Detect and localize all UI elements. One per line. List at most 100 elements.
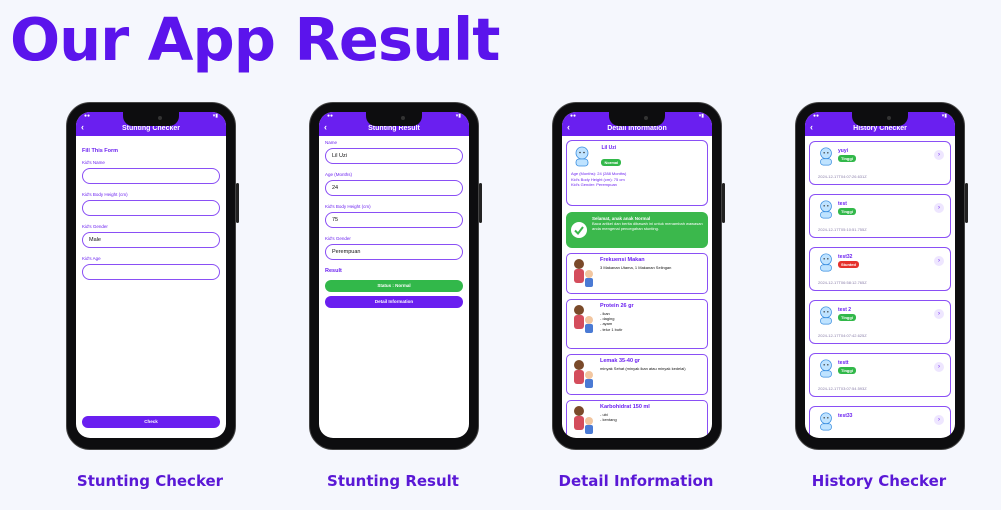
history-item-name: yuyi — [838, 148, 849, 154]
nutrition-title: Lemak 35-40 gr — [600, 358, 641, 364]
parent-child-illustration — [574, 259, 593, 287]
parent-child-illustration — [574, 305, 593, 333]
history-item-name: testt — [838, 360, 849, 366]
field-label-height: Kid's Body Height (cm) — [325, 204, 371, 209]
back-arrow-icon[interactable]: ‹ — [810, 122, 813, 132]
app-bar-title: Stunting Checker — [122, 125, 180, 132]
kid-height-input[interactable] — [82, 200, 220, 216]
nutrition-title: Karbohidrat 150 ml — [600, 404, 650, 410]
screen-detail-information: ●● ▾▮ ‹ Detail Information Lil Uzi Normal… — [562, 112, 712, 438]
baby-icon — [820, 253, 832, 272]
parent-child-illustration — [574, 406, 593, 434]
history-item-date: 2024-12-17T05:10:51.755Z — [818, 227, 867, 232]
name-field[interactable]: Lil Uzi — [325, 148, 463, 164]
history-item-date: 2024-12-17T03:07:54.593Z — [818, 386, 867, 391]
nutrition-card[interactable]: Karbohidrat 150 ml - ubi - kentang — [566, 400, 708, 438]
phone-side-button — [479, 183, 482, 223]
nutrition-title: Protein 26 gr — [600, 303, 634, 309]
field-label-gender: Kid's Gender — [82, 224, 108, 229]
caption-stunting-checker: Stunting Checker — [76, 472, 224, 490]
field-label-name: Kid's Name — [82, 160, 105, 165]
status-normal-button[interactable]: Status : Normal — [325, 280, 463, 292]
history-item[interactable]: test33 › — [809, 406, 951, 438]
check-circle-icon — [571, 222, 587, 238]
field-label-name: Name — [325, 140, 338, 145]
info-line-gender: Kid's Gender: Perempuan — [571, 182, 617, 188]
phone-side-button — [965, 183, 968, 223]
history-status-badge: Stunted — [838, 261, 859, 268]
history-item[interactable]: test Tinggi › 2024-12-17T05:10:51.755Z — [809, 194, 951, 238]
status-badge: Normal — [601, 159, 622, 166]
app-bar-title: Stunting Result — [368, 125, 420, 132]
phone-side-button — [722, 183, 725, 223]
nutrition-body: 3 Makanan Utama, 1 Makanan Selingan — [600, 265, 672, 270]
history-item-date: 2024-12-17T06:58:12.765Z — [818, 280, 867, 285]
chevron-right-icon[interactable]: › — [934, 256, 944, 266]
app-bar-title: Detail Information — [607, 125, 667, 132]
camera-notch — [366, 112, 422, 126]
camera-notch — [852, 112, 908, 126]
history-item-name: test — [838, 201, 847, 207]
baby-icon — [820, 200, 832, 219]
screen-stunting-checker: ●● ▾▮ ‹ Stunting Checker Fill This Form K… — [76, 112, 226, 438]
phone-stunting-checker: ●● ▾▮ ‹ Stunting Checker Fill This Form K… — [66, 102, 239, 450]
baby-icon — [820, 359, 832, 378]
detail-information-button[interactable]: Detail Information — [325, 296, 463, 308]
gender-field[interactable]: Perempuan — [325, 244, 463, 260]
phone-detail-information: ●● ▾▮ ‹ Detail Information Lil Uzi Normal… — [552, 102, 725, 450]
chevron-right-icon[interactable]: › — [934, 203, 944, 213]
history-status-badge: Tinggi — [838, 314, 856, 321]
back-arrow-icon[interactable]: ‹ — [81, 122, 84, 132]
success-banner: Selamat, anak anak Normal Baca artikel d… — [566, 212, 708, 248]
nutrition-card[interactable]: Frekuensi Makan 3 Makanan Utama, 1 Makan… — [566, 253, 708, 294]
nutrition-body: - ubi - kentang — [600, 412, 617, 423]
history-status-badge: Tinggi — [838, 367, 856, 374]
chevron-right-icon[interactable]: › — [934, 362, 944, 372]
chevron-right-icon[interactable]: › — [934, 309, 944, 319]
caption-stunting-result: Stunting Result — [327, 472, 459, 490]
baby-icon — [820, 306, 832, 325]
history-item-name: test 2 — [838, 307, 852, 313]
nutrition-card[interactable]: Lemak 35-40 gr minyak Sehat (minyak ikan… — [566, 354, 708, 395]
age-field[interactable]: 24 — [325, 180, 463, 196]
history-item[interactable]: test32 Stunted › 2024-12-17T06:58:12.765Z — [809, 247, 951, 291]
caption-detail-information: Detail Information — [558, 472, 714, 490]
history-item[interactable]: testt Tinggi › 2024-12-17T03:07:54.593Z — [809, 353, 951, 397]
screen-stunting-result: ●● ▾▮ ‹ Stunting Result Name Lil Uzi Age … — [319, 112, 469, 438]
history-item-date: 2024-12-17T04:07:26.631Z — [818, 174, 867, 179]
chevron-right-icon[interactable]: › — [934, 150, 944, 160]
history-item-name: test33 — [838, 413, 853, 419]
check-button[interactable]: Check — [82, 416, 220, 428]
baby-icon — [575, 146, 589, 167]
result-title: Result — [325, 268, 342, 274]
field-label-gender: Kid's Gender — [325, 236, 351, 241]
history-item[interactable]: test 2 Tinggi › 2024-12-17T04:07:42.625Z — [809, 300, 951, 344]
back-arrow-icon[interactable]: ‹ — [567, 122, 570, 132]
baby-icon — [820, 147, 832, 166]
camera-notch — [123, 112, 179, 126]
history-item[interactable]: yuyi Tinggi › 2024-12-17T04:07:26.631Z — [809, 141, 951, 185]
camera-notch — [609, 112, 665, 126]
kid-age-input[interactable] — [82, 264, 220, 280]
back-arrow-icon[interactable]: ‹ — [324, 122, 327, 132]
phone-side-button — [236, 183, 239, 223]
caption-history-checker: History Checker — [811, 472, 947, 490]
kid-name-input[interactable] — [82, 168, 220, 184]
screen-history-checker: ●● ▾▮ ‹ History Checker yuyi Tinggi › 2024-1… — [805, 112, 955, 438]
history-item-date: 2024-12-17T04:07:42.625Z — [818, 333, 867, 338]
form-title: Fill This Form — [82, 148, 119, 154]
phone-stunting-result: ●● ▾▮ ‹ Stunting Result Name Lil Uzi Age … — [309, 102, 482, 450]
field-label-height: Kid's Body Height (cm) — [82, 192, 128, 197]
history-item-name: test32 — [838, 254, 853, 260]
height-field[interactable]: 75 — [325, 212, 463, 228]
chevron-right-icon[interactable]: › — [934, 415, 944, 425]
page-headline: Our App Result — [10, 5, 500, 74]
nutrition-body: minyak Sehat (minyak ikan atau minyak ke… — [600, 366, 686, 371]
kid-gender-select[interactable]: Male — [82, 232, 220, 248]
field-label-age: Age (Months) — [325, 172, 353, 177]
parent-child-illustration — [574, 360, 593, 388]
phone-history-checker: ●● ▾▮ ‹ History Checker yuyi Tinggi › 2024-1… — [795, 102, 968, 450]
app-bar-title: History Checker — [853, 125, 907, 132]
banner-body: Baca artikel dan berita dibawah ini untu… — [592, 221, 703, 232]
nutrition-card[interactable]: Protein 26 gr - ikan - daging - ayam - t… — [566, 299, 708, 349]
